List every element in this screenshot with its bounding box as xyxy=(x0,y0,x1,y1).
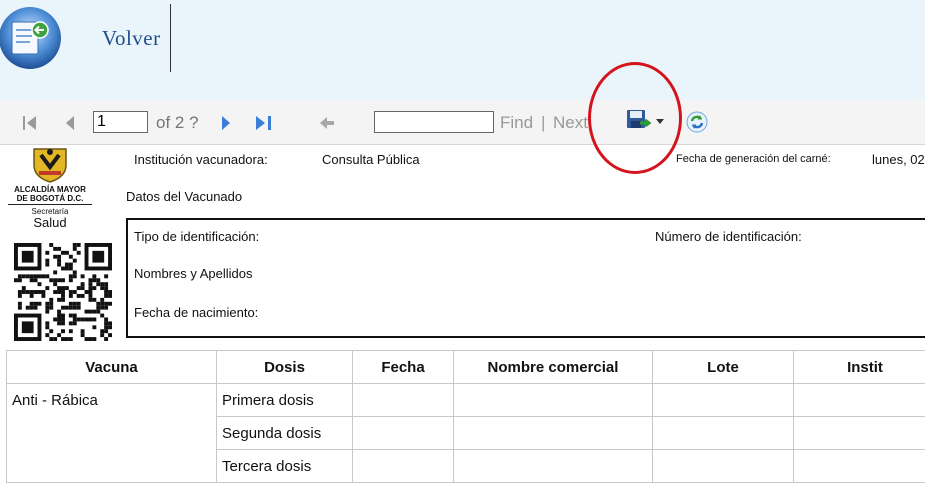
table-cell xyxy=(454,450,653,483)
table-cell xyxy=(794,450,925,483)
qr-code-icon xyxy=(14,243,112,341)
logo-divider xyxy=(8,204,92,205)
table-cell: Tercera dosis xyxy=(217,450,353,483)
fecha-nacimiento-label: Fecha de nacimiento: xyxy=(134,305,258,320)
find-next-link[interactable]: Next xyxy=(553,113,588,133)
table-cell xyxy=(653,384,794,417)
institucion-label: Institución vacunadora: xyxy=(134,152,268,167)
fecha-generacion-label: Fecha de generación del carné: xyxy=(676,153,831,165)
bogota-coat-of-arms-icon xyxy=(30,145,70,183)
report-toolbar: of 2 ? Find | Next xyxy=(0,100,925,145)
find-input[interactable] xyxy=(374,111,494,133)
table-cell xyxy=(7,450,217,483)
datos-vacunado-label: Datos del Vacunado xyxy=(126,189,242,204)
last-page-icon[interactable] xyxy=(254,114,274,132)
table-cell xyxy=(794,384,925,417)
header-divider xyxy=(170,4,171,72)
column-header: Lote xyxy=(653,351,794,384)
find-separator: | xyxy=(541,113,545,133)
page-number-input[interactable] xyxy=(93,111,148,133)
table-cell: Primera dosis xyxy=(217,384,353,417)
back-link[interactable]: Volver xyxy=(102,26,161,51)
table-cell xyxy=(653,450,794,483)
numero-identificacion-label: Número de identificación: xyxy=(655,229,802,244)
vaccine-table: Vacuna Dosis Fecha Nombre comercial Lote… xyxy=(6,350,925,483)
table-row: Segunda dosis xyxy=(7,417,925,450)
vaccination-report: ALCALDÍA MAYOR DE BOGOTÁ D.C. Secretaría… xyxy=(0,145,925,466)
back-to-parent-icon[interactable] xyxy=(318,114,336,132)
app-logo-icon xyxy=(0,2,64,70)
table-header-row: Vacuna Dosis Fecha Nombre comercial Lote… xyxy=(7,351,925,384)
table-cell: Anti - Rábica xyxy=(7,384,217,417)
page-count-label: of 2 ? xyxy=(156,113,199,133)
institucion-value: Consulta Pública xyxy=(322,152,420,167)
column-header: Dosis xyxy=(217,351,353,384)
previous-page-icon[interactable] xyxy=(63,114,77,132)
find-link[interactable]: Find xyxy=(500,113,533,133)
tipo-identificacion-label: Tipo de identificación: xyxy=(134,229,259,244)
table-cell xyxy=(653,417,794,450)
table-row: Anti - Rábica Primera dosis xyxy=(7,384,925,417)
first-page-icon[interactable] xyxy=(22,114,40,132)
column-header: Instit xyxy=(794,351,925,384)
table-cell xyxy=(353,450,454,483)
column-header: Nombre comercial xyxy=(454,351,653,384)
column-header: Fecha xyxy=(353,351,454,384)
fecha-generacion-value: lunes, 02 xyxy=(872,152,925,167)
table-cell: Segunda dosis xyxy=(217,417,353,450)
alcaldia-logo-text: ALCALDÍA MAYOR DE BOGOTÁ D.C. xyxy=(8,185,92,203)
salud-label: Salud xyxy=(8,215,92,230)
table-row: Tercera dosis xyxy=(7,450,925,483)
table-cell xyxy=(454,417,653,450)
column-header: Vacuna xyxy=(7,351,217,384)
table-cell xyxy=(353,384,454,417)
next-page-icon[interactable] xyxy=(219,114,233,132)
refresh-icon[interactable] xyxy=(685,110,709,134)
app-header: Volver xyxy=(0,0,925,100)
table-cell xyxy=(7,417,217,450)
table-cell xyxy=(353,417,454,450)
table-cell xyxy=(454,384,653,417)
table-cell xyxy=(794,417,925,450)
nombres-apellidos-label: Nombres y Apellidos xyxy=(134,266,253,281)
